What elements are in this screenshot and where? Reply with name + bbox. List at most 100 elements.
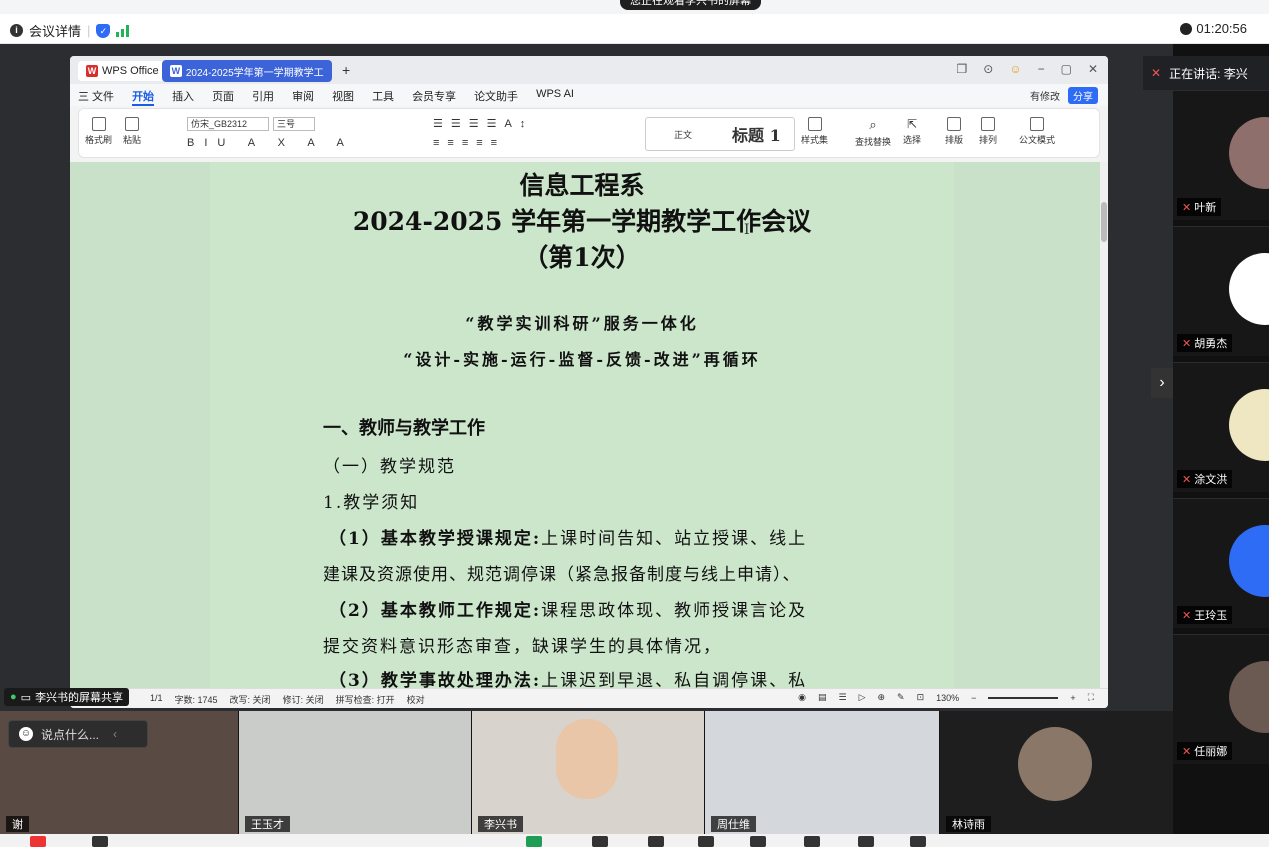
avatar [1229,253,1269,325]
document-page[interactable]: 信息工程系 2024-2025 学年第一学期教学工作会议 （第1次） “教学实训… [210,162,954,688]
format-painter-button[interactable]: 格式刷 [85,117,112,146]
fullscreen-icon[interactable]: ⛶ [1088,692,1094,703]
meeting-details-label[interactable]: 会议详情 [29,21,81,40]
text-format-buttons[interactable]: BIU A X A A [187,137,354,149]
modified-status[interactable]: 有修改 [1030,88,1060,103]
share-button[interactable]: 分享 [1068,87,1098,104]
menu-item[interactable]: 审阅 [292,88,314,106]
menu-item[interactable]: 开始 [132,88,155,106]
share-screen-icon[interactable] [526,836,542,847]
menu-item[interactable]: WPS AI [536,88,574,106]
video-name: 谢 [6,816,29,832]
doc-actions: 有修改 分享 [1030,87,1098,104]
doc-paragraph-2-cont: 提交资料意识形态审查，缺课学生的具体情况， [323,637,722,657]
page-indicator[interactable]: 1/1 [150,693,163,706]
camera-icon[interactable] [92,836,108,847]
restore-icon[interactable]: ❐ [956,62,967,76]
official-doc-mode-button[interactable]: 公文模式 [1019,117,1055,146]
video-name: 李兴书 [478,816,523,832]
play-icon[interactable]: ▷ [859,692,866,703]
participant-tile[interactable]: ✕ 任丽娜 [1173,634,1269,764]
search-icon: ⌕ [869,117,877,132]
participant-tile[interactable]: ✕ 王玲玉 [1173,498,1269,628]
avatar-icon[interactable]: ☺ [1009,62,1021,76]
chat-icon[interactable] [698,836,714,847]
eye-icon[interactable]: ◉ [798,692,806,703]
record-icon[interactable] [750,836,766,847]
rewrite-status[interactable]: 改写: 关闭 [230,693,271,706]
spellcheck-status[interactable]: 拼写检查: 打开 [336,693,395,706]
maximize-button[interactable]: ▢ [1061,62,1072,76]
zoom-in-button[interactable]: + [1070,693,1075,703]
info-icon: i [10,24,23,37]
zoom-slider[interactable] [988,696,1059,699]
video-tile[interactable]: 周仕维 [705,711,939,834]
chat-input[interactable]: ☺ 说点什么... ‹ [8,720,148,748]
font-name-select[interactable]: 仿宋_GB2312 [187,117,269,131]
zoom-out-button[interactable]: − [971,693,976,703]
muted-mic-icon: ✕ [1182,745,1192,758]
menu-item[interactable]: 视图 [332,88,354,106]
signal-strength-icon[interactable] [116,24,130,37]
outline-icon[interactable]: ☰ [838,692,846,703]
collapse-panel-button[interactable]: › [1151,368,1173,398]
mic-muted-icon[interactable] [30,836,46,847]
find-replace-button[interactable]: ⌕ 查找替换 [855,117,891,148]
page-view-icon[interactable]: ▤ [818,692,827,703]
meeting-info[interactable]: i 会议详情 | ✓ [10,21,130,40]
video-tile[interactable]: 林诗雨 [940,711,1173,834]
select-button[interactable]: ⇱ 选择 [903,117,921,146]
proofread-button[interactable]: 校对 [407,693,425,706]
menu-item[interactable]: 插入 [172,88,194,106]
revise-status[interactable]: 修订: 关闭 [283,693,324,706]
timer-text: 01:20:56 [1196,21,1247,36]
participant-name: ✕ 涂文洪 [1177,470,1233,488]
style-heading1[interactable]: 标题 1 [732,122,781,146]
word-count[interactable]: 字数: 1745 [175,693,218,706]
paste-button[interactable]: 粘贴 [123,117,141,146]
minimize-button[interactable]: − [1038,62,1045,76]
reactions-icon[interactable] [804,836,820,847]
video-tile[interactable]: 王玉才 [239,711,471,834]
style-normal[interactable]: 正文 [674,128,692,141]
font-size-select[interactable]: 三号 [273,117,315,131]
scroll-thumb[interactable] [1101,202,1107,242]
chevron-left-icon[interactable]: ‹ [113,727,117,741]
list-buttons[interactable]: ☰☰☰☰A↕ [433,117,533,130]
fit-icon[interactable]: ⊡ [917,692,925,703]
close-button[interactable]: ✕ [1088,62,1098,76]
participant-name: ✕ 叶新 [1177,198,1222,216]
clipboard-icon [125,117,139,131]
security-shield-icon[interactable]: ✓ [96,23,111,38]
doc-paragraph-1: （1）基本教学授课规定:上课时间告知、站立授课、线上 [329,529,808,549]
layout-button[interactable]: 排版 [945,117,963,146]
emoji-icon[interactable]: ☺ [19,727,33,741]
settings-icon[interactable]: ⊙ [983,62,993,76]
tab-wps-office[interactable]: W WPS Office [78,61,167,81]
tab-document[interactable]: W 2024-2025学年第一学期教学工... [162,60,332,82]
invite-icon[interactable] [648,836,664,847]
menu-item[interactable]: 工具 [372,88,394,106]
muted-mic-icon: ✕ [1182,201,1192,214]
menu-item[interactable]: 会员专享 [412,88,456,106]
vertical-scrollbar[interactable] [1100,162,1108,688]
style-set-button[interactable]: 样式集 [801,117,828,146]
new-tab-button[interactable]: + [342,62,350,78]
settings-icon[interactable] [910,836,926,847]
participants-icon[interactable] [592,836,608,847]
menu-item[interactable]: 引用 [252,88,274,106]
align-buttons[interactable]: ≡≡≡≡≡ [433,137,505,149]
zoom-level[interactable]: 130% [936,693,959,703]
web-icon[interactable]: ⊕ [877,692,885,703]
participant-tile[interactable]: ✕ 胡勇杰 [1173,226,1269,356]
menu-item[interactable]: 论文助手 [474,88,518,106]
pen-icon[interactable]: ✎ [897,692,905,703]
video-tile[interactable]: 李兴书 [472,711,704,834]
menu-item[interactable]: 页面 [212,88,234,106]
arrange-button[interactable]: 排列 [979,117,997,146]
menu-item[interactable]: 三 文件 [78,88,114,106]
style-gallery[interactable]: 正文 标题 1 [645,117,795,151]
participant-tile[interactable]: ✕ 涂文洪 [1173,362,1269,492]
participant-tile[interactable]: ✕ 叶新 [1173,90,1269,220]
apps-icon[interactable] [858,836,874,847]
